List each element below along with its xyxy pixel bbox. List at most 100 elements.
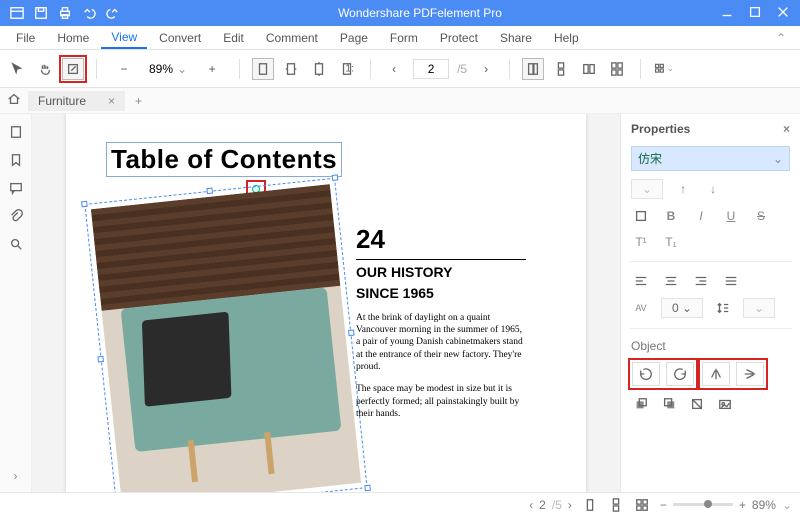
- zoom-out-button[interactable]: −: [113, 58, 135, 80]
- status-prev-page[interactable]: ‹: [529, 498, 533, 512]
- single-page-icon[interactable]: [522, 58, 544, 80]
- menu-page[interactable]: Page: [330, 28, 378, 48]
- chevron-down-icon: ⌄: [177, 62, 187, 76]
- hand-tool-icon[interactable]: [34, 58, 56, 80]
- menu-file[interactable]: File: [6, 28, 45, 48]
- menu-convert[interactable]: Convert: [149, 28, 211, 48]
- status-continuous-icon[interactable]: [606, 496, 626, 514]
- attachments-panel-icon[interactable]: [8, 208, 24, 224]
- bold-icon[interactable]: B: [661, 207, 681, 225]
- minimize-icon[interactable]: [720, 5, 734, 22]
- two-page-continuous-icon[interactable]: [606, 58, 628, 80]
- home-tab-icon[interactable]: [6, 92, 22, 109]
- properties-panel: Properties × 仿宋 ⌄ ⌄ ↑ ↓ B I U S T¹ T₁ AV…: [620, 114, 800, 492]
- history-heading-2: SINCE 1965: [356, 285, 526, 302]
- status-single-page-icon[interactable]: [580, 496, 600, 514]
- menu-comment[interactable]: Comment: [256, 28, 328, 48]
- strikethrough-icon[interactable]: S: [751, 207, 771, 225]
- status-page-current: 2: [539, 498, 546, 512]
- expand-panel-icon[interactable]: ›: [8, 468, 24, 484]
- fit-height-icon[interactable]: [308, 58, 330, 80]
- tab-close-icon[interactable]: ×: [108, 94, 115, 108]
- status-zoom-value[interactable]: 89%: [752, 498, 776, 512]
- menu-share[interactable]: Share: [490, 28, 542, 48]
- print-icon[interactable]: [58, 6, 72, 20]
- chevron-down-icon[interactable]: ⌄: [782, 498, 792, 512]
- font-family-dropdown[interactable]: 仿宋 ⌄: [631, 146, 790, 171]
- align-left-icon[interactable]: [631, 272, 651, 290]
- prev-page-button[interactable]: ‹: [383, 58, 405, 80]
- selection-outline: [84, 178, 367, 492]
- two-page-icon[interactable]: [578, 58, 600, 80]
- document-tab[interactable]: Furniture ×: [28, 91, 125, 111]
- zoom-level-dropdown[interactable]: 89% ⌄: [143, 60, 193, 78]
- menu-home[interactable]: Home: [47, 28, 99, 48]
- rotate-left-icon[interactable]: [632, 362, 660, 386]
- svg-text:1:1: 1:1: [345, 62, 354, 74]
- tab-label: Furniture: [38, 94, 86, 108]
- close-icon[interactable]: [776, 5, 790, 22]
- thumbnails-panel-icon[interactable]: [8, 124, 24, 140]
- page-input[interactable]: 2: [413, 59, 449, 79]
- subscript-icon[interactable]: T₁: [661, 233, 681, 251]
- line-spacing-icon[interactable]: [713, 299, 733, 317]
- decrease-size-icon[interactable]: ↓: [703, 180, 723, 198]
- crop-icon[interactable]: [687, 395, 707, 413]
- menu-protect[interactable]: Protect: [430, 28, 488, 48]
- line-spacing-dropdown[interactable]: ⌄: [743, 298, 775, 318]
- app-title: Wondershare PDFelement Pro: [130, 6, 710, 20]
- search-panel-icon[interactable]: [8, 236, 24, 252]
- next-page-button[interactable]: ›: [475, 58, 497, 80]
- increase-size-icon[interactable]: ↑: [673, 180, 693, 198]
- status-zoom-in[interactable]: +: [739, 498, 746, 512]
- menu-edit[interactable]: Edit: [213, 28, 254, 48]
- menu-form[interactable]: Form: [380, 28, 428, 48]
- history-para-1: At the brink of daylight on a quaint Van…: [356, 312, 526, 374]
- edit-tool-icon[interactable]: [62, 58, 84, 80]
- continuous-icon[interactable]: [550, 58, 572, 80]
- flip-vertical-icon[interactable]: [736, 362, 764, 386]
- maximize-icon[interactable]: [748, 5, 762, 22]
- thumbnails-dropdown-icon[interactable]: ⌄: [653, 58, 675, 80]
- italic-icon[interactable]: I: [691, 207, 711, 225]
- font-color-icon[interactable]: [631, 207, 651, 225]
- font-size-dropdown[interactable]: ⌄: [631, 179, 663, 199]
- status-grid-icon[interactable]: [632, 496, 652, 514]
- replace-image-icon[interactable]: [715, 395, 735, 413]
- bring-front-icon[interactable]: [631, 395, 651, 413]
- rotate-right-icon[interactable]: [666, 362, 694, 386]
- actual-size-icon[interactable]: 1:1: [336, 58, 358, 80]
- toc-heading[interactable]: Table of Contents: [106, 142, 342, 177]
- align-center-icon[interactable]: [661, 272, 681, 290]
- char-spacing-icon: AV: [631, 299, 651, 317]
- fit-page-icon[interactable]: [252, 58, 274, 80]
- flip-horizontal-icon[interactable]: [702, 362, 730, 386]
- char-spacing-input[interactable]: 0 ⌄: [661, 298, 703, 318]
- select-tool-icon[interactable]: [6, 58, 28, 80]
- align-right-icon[interactable]: [691, 272, 711, 290]
- status-zoom-out[interactable]: −: [660, 498, 667, 512]
- selected-image-object[interactable]: [91, 184, 361, 492]
- zoom-in-button[interactable]: +: [201, 58, 223, 80]
- chevron-down-icon: ⌄: [773, 152, 783, 166]
- undo-icon[interactable]: [82, 6, 96, 20]
- properties-close-icon[interactable]: ×: [783, 122, 790, 136]
- align-justify-icon[interactable]: [721, 272, 741, 290]
- comments-panel-icon[interactable]: [8, 180, 24, 196]
- collapse-ribbon-icon[interactable]: ⌃: [768, 31, 794, 45]
- save-icon[interactable]: [34, 6, 48, 20]
- font-name-value: 仿宋: [638, 150, 662, 167]
- menu-view[interactable]: View: [101, 27, 147, 49]
- menu-help[interactable]: Help: [544, 28, 589, 48]
- redo-icon[interactable]: [106, 6, 120, 20]
- status-next-page[interactable]: ›: [568, 498, 572, 512]
- zoom-slider[interactable]: [673, 503, 733, 506]
- document-viewport[interactable]: Table of Contents 24 OUR HISTORY SINCE 1…: [32, 114, 620, 492]
- fit-width-icon[interactable]: [280, 58, 302, 80]
- superscript-icon[interactable]: T¹: [631, 233, 651, 251]
- bookmarks-panel-icon[interactable]: [8, 152, 24, 168]
- new-tab-button[interactable]: +: [135, 94, 142, 108]
- status-page-total: /5: [552, 498, 562, 512]
- send-back-icon[interactable]: [659, 395, 679, 413]
- underline-icon[interactable]: U: [721, 207, 741, 225]
